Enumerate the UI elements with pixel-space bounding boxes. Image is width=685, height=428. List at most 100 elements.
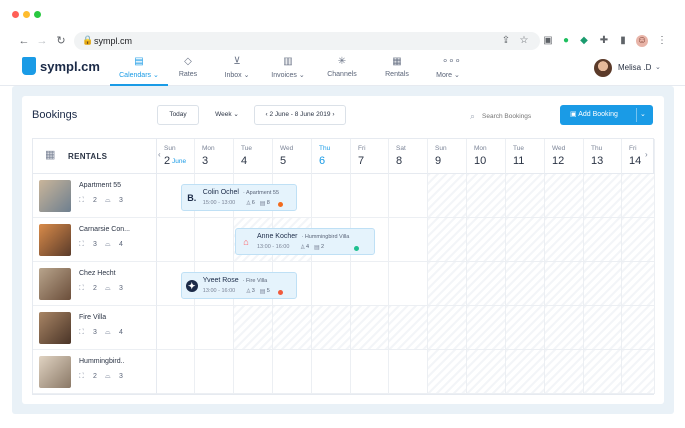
sidebar-toggle-icon[interactable]: ▮: [617, 35, 629, 47]
calendar-cell[interactable]: [467, 262, 506, 306]
calendar-cell[interactable]: [584, 306, 622, 350]
calendar-cell[interactable]: [506, 174, 545, 218]
browser-menu-icon[interactable]: ⋮: [656, 35, 668, 47]
calendar-cell[interactable]: [389, 174, 428, 218]
chevron-left-icon[interactable]: ‹: [265, 111, 267, 118]
nav-invoices[interactable]: ▥ Invoices ⌄: [266, 56, 310, 84]
rental-row[interactable]: Fire Villa ⛶ 3 ⌓ 4: [33, 306, 157, 350]
calendar-cell[interactable]: [273, 306, 312, 350]
nav-channels[interactable]: ✳ Channels: [322, 56, 362, 84]
user-avatar[interactable]: [594, 59, 612, 77]
user-name[interactable]: Melisa .D: [618, 63, 651, 72]
calendar-cell[interactable]: [467, 174, 506, 218]
calendar-cell[interactable]: [584, 174, 622, 218]
day-header-5[interactable]: Wed 5: [273, 139, 312, 174]
rental-row[interactable]: Apartment 55 ⛶ 2 ⌓ 3: [33, 174, 157, 218]
calendar-cell[interactable]: [622, 218, 655, 262]
calendar-cell[interactable]: [545, 218, 584, 262]
calendar-cell[interactable]: [584, 218, 622, 262]
rental-name[interactable]: Hummingbird..: [79, 358, 125, 365]
calendar-cell[interactable]: [389, 350, 428, 394]
calendar-cell[interactable]: [234, 306, 273, 350]
share-icon[interactable]: ⇪: [500, 35, 512, 47]
chevron-right-icon[interactable]: ›: [332, 111, 334, 118]
calendar-cell[interactable]: [428, 218, 467, 262]
reload-icon[interactable]: ↻: [55, 35, 67, 47]
back-arrow-icon[interactable]: ←: [18, 35, 30, 47]
calendar-cell[interactable]: [195, 350, 234, 394]
booking-bar[interactable]: ⌂ Anne Kocher · Hummingbird Villa 13:00 - …: [235, 228, 375, 255]
view-select[interactable]: Week ⌄: [207, 105, 247, 125]
day-header-6[interactable]: Thu 6: [312, 139, 351, 174]
day-header-7[interactable]: Fri 7: [351, 139, 389, 174]
day-header-8[interactable]: Sat 8: [389, 139, 428, 174]
calendar-cell[interactable]: [584, 350, 622, 394]
calendar-cell[interactable]: [545, 306, 584, 350]
grammarly-extension-icon[interactable]: ●: [560, 35, 572, 47]
rental-thumbnail[interactable]: [39, 180, 71, 212]
nav-calendars[interactable]: ▤ Calendars ⌄: [112, 56, 166, 84]
date-range-picker[interactable]: ‹ 2 June - 8 June 2019 ›: [254, 105, 346, 125]
calendar-cell[interactable]: [351, 262, 389, 306]
calendar-cell[interactable]: [428, 174, 467, 218]
calendar-cell[interactable]: [428, 306, 467, 350]
rental-name[interactable]: Chez Hecht: [79, 270, 116, 277]
calendar-cell[interactable]: [545, 350, 584, 394]
calendar-cell[interactable]: [389, 262, 428, 306]
calendar-cell[interactable]: [351, 306, 389, 350]
day-header-12[interactable]: Wed 12: [545, 139, 584, 174]
calendar-cell[interactable]: [195, 306, 234, 350]
calendar-cell[interactable]: [506, 218, 545, 262]
calendar-cell[interactable]: [467, 306, 506, 350]
calendar-cell[interactable]: [195, 218, 234, 262]
calendar-cell[interactable]: [389, 306, 428, 350]
minimize-window-dot[interactable]: [23, 11, 30, 18]
calendar-cell[interactable]: [622, 174, 655, 218]
calendar-cell[interactable]: [312, 262, 351, 306]
extensions-puzzle-icon[interactable]: ✚: [598, 35, 610, 47]
add-booking-dropdown-icon[interactable]: ⌄: [640, 105, 646, 125]
calendar-cell[interactable]: [157, 306, 195, 350]
calendar-cell[interactable]: [506, 306, 545, 350]
forward-arrow-icon[interactable]: →: [36, 35, 48, 47]
calendar-cell[interactable]: [506, 262, 545, 306]
booking-bar[interactable]: ✦ Yveet Rose · Fire Villa 13:00 - 16:00 ♙ 3 ▤…: [180, 272, 298, 299]
calendar-cell[interactable]: [622, 306, 655, 350]
app-logo-text[interactable]: sympl.cm: [40, 59, 100, 74]
close-window-dot[interactable]: [12, 11, 19, 18]
calendar-cell[interactable]: [506, 350, 545, 394]
maximize-window-dot[interactable]: [34, 11, 41, 18]
calendar-cell[interactable]: [545, 174, 584, 218]
rental-name[interactable]: Carnarsie Con...: [79, 226, 130, 233]
search-bookings-input[interactable]: [482, 110, 552, 122]
nav-rates[interactable]: ◇ Rates: [172, 56, 204, 84]
calendar-cell[interactable]: [389, 218, 428, 262]
rental-name[interactable]: Fire Villa: [79, 314, 106, 321]
day-header-14[interactable]: Fri 14: [622, 139, 655, 174]
calendar-cell[interactable]: [467, 350, 506, 394]
rental-row[interactable]: Hummingbird.. ⛶ 2 ⌓ 3: [33, 350, 157, 394]
day-header-11[interactable]: Tue 11: [506, 139, 545, 174]
rental-thumbnail[interactable]: [39, 312, 71, 344]
rental-thumbnail[interactable]: [39, 356, 71, 388]
bookmark-star-icon[interactable]: ☆: [518, 35, 530, 47]
day-header-3[interactable]: Mon 3: [195, 139, 234, 174]
nav-inbox[interactable]: ⊻ Inbox ⌄: [218, 56, 256, 84]
calendar-cell[interactable]: [312, 306, 351, 350]
calendar-cell[interactable]: [428, 350, 467, 394]
calendar-cell[interactable]: [157, 350, 195, 394]
rental-row[interactable]: Carnarsie Con... ⛶ 3 ⌓ 4: [33, 218, 157, 262]
calendar-cell[interactable]: [622, 350, 655, 394]
calendar-cell[interactable]: [312, 174, 351, 218]
add-booking-button[interactable]: ▣ Add Booking ⌄: [560, 105, 653, 125]
calendar-cell[interactable]: [622, 262, 655, 306]
nav-rentals[interactable]: ▦ Rentals: [380, 56, 414, 84]
day-header-13[interactable]: Thu 13: [584, 139, 622, 174]
calendar-cell[interactable]: [545, 262, 584, 306]
rental-row[interactable]: Chez Hecht ⛶ 2 ⌓ 3: [33, 262, 157, 306]
calendar-cell[interactable]: [312, 350, 351, 394]
day-header-9[interactable]: Sun 9: [428, 139, 467, 174]
calendar-cell[interactable]: [467, 218, 506, 262]
booking-bar[interactable]: B. Colin Ochel · Apartment 55 15:00 - 13:0…: [180, 184, 298, 211]
sympl-logo-icon[interactable]: [22, 57, 36, 75]
